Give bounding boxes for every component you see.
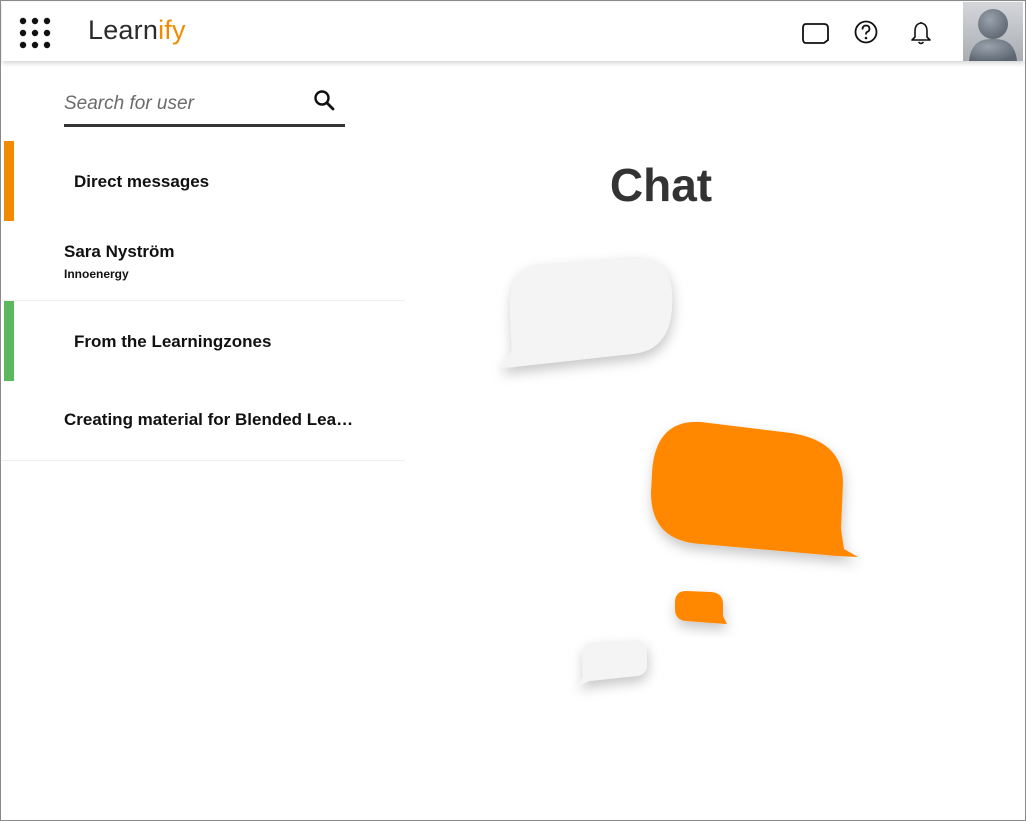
chat-bubbles-illustration [471,241,891,711]
section-label: Direct messages [74,172,210,191]
search-icon[interactable] [312,88,338,114]
app-logo[interactable]: Learnify [88,15,186,49]
chat-bubble-icon[interactable] [800,18,830,48]
section-accent-bar [4,141,14,221]
section-learningzones[interactable]: From the Learningzones [2,301,405,381]
conversation-name: Creating material for Blended Lea… [64,410,354,429]
logo-text-main: Learn [88,15,159,45]
apps-grid-icon[interactable] [19,17,51,49]
section-direct-messages[interactable]: Direct messages [2,141,405,221]
section-accent-bar [4,301,14,381]
search-bar [64,85,345,127]
bell-icon[interactable] [906,18,936,48]
conversation-item[interactable]: Creating material for Blended Lea… [2,381,405,461]
logo-text-accent: ify [158,15,186,45]
conversation-panel: Direct messages Sara Nyström Innoenergy … [2,61,405,820]
user-avatar[interactable] [963,2,1023,61]
page-title: Chat [609,159,713,211]
conversation-item[interactable]: Sara Nyström Innoenergy [2,221,405,301]
app-window: Learnify Search for user Direct messages… [0,0,1026,821]
top-bar: Learnify [2,2,1025,61]
help-circle-icon[interactable] [851,18,881,48]
conversation-name: Sara Nyström [64,242,175,261]
section-label: From the Learningzones [74,332,272,351]
conversation-subtitle: Innoenergy [64,267,129,281]
search-input[interactable] [64,87,304,121]
